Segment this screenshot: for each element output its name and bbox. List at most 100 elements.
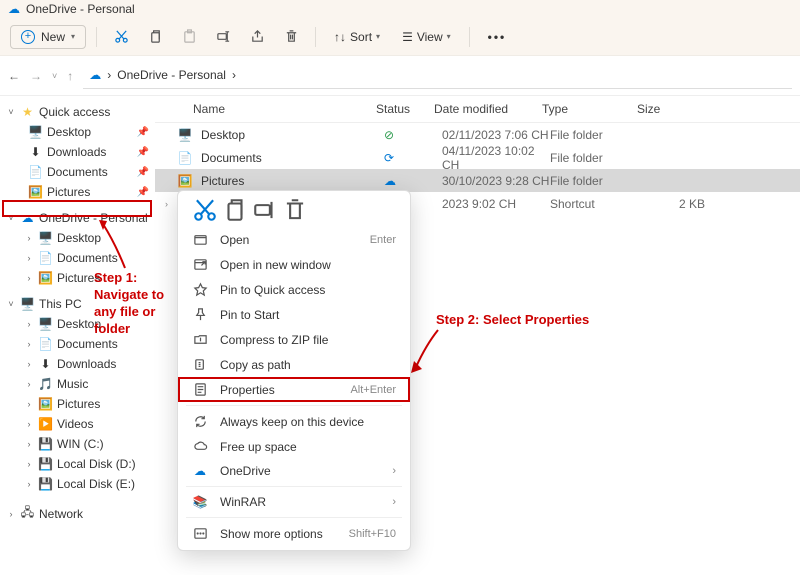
folder-icon: 📄 — [28, 165, 43, 179]
folder-icon: 📄 — [38, 337, 53, 351]
ctx-pin-start[interactable]: Pin to Start — [178, 302, 410, 327]
ctx-label: Pin to Quick access — [220, 283, 325, 297]
chevron-down-icon[interactable]: ˅ — [6, 299, 16, 309]
chevron-right-icon[interactable]: › — [24, 253, 34, 263]
folder-icon: 🎵 — [38, 377, 53, 391]
chevron-down-icon[interactable]: ˅ — [52, 71, 57, 81]
forward-button[interactable]: → — [30, 69, 42, 83]
cell-status: ⟳ — [384, 151, 442, 165]
sidebar-item-label: WIN (C:) — [57, 437, 104, 451]
chevron-right-icon[interactable]: › — [6, 509, 16, 519]
chevron-right-icon[interactable]: › — [24, 379, 34, 389]
pin-icon: 📌 — [137, 147, 149, 158]
rename-icon[interactable] — [209, 23, 237, 51]
chevron-down-icon[interactable]: ˅ — [6, 107, 16, 117]
zip-icon — [192, 332, 208, 347]
up-button[interactable]: ↑ — [67, 69, 73, 83]
sidebar-item[interactable]: 📄Documents📌 — [0, 162, 155, 182]
sidebar-quick-access[interactable]: ˅ ★ Quick access — [0, 102, 155, 122]
sidebar-item[interactable]: ›🖥️Desktop — [0, 228, 155, 248]
folder-icon: 🖥️ — [38, 317, 53, 331]
file-icon: 📄 — [177, 151, 193, 165]
chevron-right-icon[interactable]: › — [24, 339, 34, 349]
sidebar-item[interactable]: ›⬇Downloads — [0, 354, 155, 374]
view-label: View — [417, 30, 443, 44]
sidebar-item-label: Pictures — [57, 397, 100, 411]
ctx-shortcut: Alt+Enter — [350, 384, 396, 396]
chevron-right-icon[interactable]: › — [24, 419, 34, 429]
chevron-right-icon[interactable]: › — [24, 319, 34, 329]
col-name[interactable]: Name — [193, 102, 376, 116]
ctx-properties[interactable]: Properties Alt+Enter — [178, 377, 410, 402]
ctx-show-more[interactable]: Show more options Shift+F10 — [178, 521, 410, 546]
ctx-label: Free up space — [220, 440, 297, 454]
ctx-label: Open — [220, 233, 249, 247]
sort-button[interactable]: ↑↓ Sort ▾ — [326, 26, 388, 48]
sidebar-network[interactable]: › 🖧 Network — [0, 500, 155, 527]
chevron-down-icon: ▾ — [447, 32, 451, 41]
more-button[interactable]: ••• — [480, 26, 515, 48]
expander-icon[interactable]: › — [165, 199, 177, 209]
cell-name: Desktop — [201, 128, 384, 142]
sidebar-item[interactable]: ›💾Local Disk (E:) — [0, 474, 155, 494]
sidebar-item-label: Music — [57, 377, 88, 391]
ctx-always-keep[interactable]: Always keep on this device — [178, 409, 410, 434]
chevron-right-icon[interactable]: › — [24, 233, 34, 243]
new-button[interactable]: + New ▾ — [10, 25, 86, 49]
table-row[interactable]: 📄Documents⟳04/11/2023 10:02 CHFile folde… — [155, 146, 800, 169]
ctx-compress-zip[interactable]: Compress to ZIP file — [178, 327, 410, 352]
copy-icon[interactable] — [222, 199, 248, 221]
folder-icon: 🖼️ — [38, 271, 53, 285]
table-row[interactable]: 🖼️Pictures☁30/10/2023 9:28 CHFile folder — [155, 169, 800, 192]
cloud-icon: ☁ — [192, 464, 208, 478]
sidebar-item[interactable]: 🖼️Pictures📌 — [0, 182, 155, 202]
sidebar-item[interactable]: ›💾Local Disk (D:) — [0, 454, 155, 474]
ctx-winrar[interactable]: 📚 WinRAR › — [178, 490, 410, 514]
share-icon[interactable] — [243, 23, 271, 51]
delete-icon[interactable] — [277, 23, 305, 51]
view-button[interactable]: ☰ View ▾ — [394, 26, 459, 48]
col-size[interactable]: Size — [637, 102, 697, 116]
back-button[interactable]: ← — [8, 69, 20, 83]
ctx-onedrive[interactable]: ☁ OneDrive › — [178, 459, 410, 483]
delete-icon[interactable] — [282, 199, 308, 221]
sidebar-item-label: Desktop — [47, 125, 91, 139]
breadcrumb-path[interactable]: OneDrive - Personal — [117, 68, 226, 82]
ctx-free-up-space[interactable]: Free up space — [178, 434, 410, 459]
sort-label: Sort — [350, 30, 372, 44]
paste-icon[interactable] — [175, 23, 203, 51]
separator — [186, 517, 402, 518]
sidebar-item[interactable]: ›🖼️Pictures — [0, 394, 155, 414]
sidebar-item-label: Downloads — [47, 145, 106, 159]
chevron-right-icon[interactable]: › — [24, 359, 34, 369]
sidebar-item[interactable]: ⬇ Downloads 📌 — [0, 142, 155, 162]
chevron-right-icon[interactable]: › — [24, 273, 34, 283]
sidebar-item[interactable]: ›▶️Videos — [0, 414, 155, 434]
ctx-copy-path[interactable]: Copy as path — [178, 352, 410, 377]
folder-icon: 🖼️ — [28, 185, 43, 199]
col-date[interactable]: Date modified — [434, 102, 542, 116]
copy-icon[interactable] — [141, 23, 169, 51]
chevron-right-icon[interactable]: › — [24, 459, 34, 469]
ctx-shortcut: Shift+F10 — [349, 528, 396, 540]
col-status[interactable]: Status — [376, 102, 434, 116]
cell-date: 02/11/2023 7:06 CH — [442, 128, 550, 142]
nav-arrows: ← → ˅ ↑ — [8, 69, 73, 83]
rename-icon[interactable] — [252, 199, 278, 221]
sidebar-item[interactable]: 🖥️Desktop📌 — [0, 122, 155, 142]
breadcrumb[interactable]: ☁ › OneDrive - Personal › — [83, 63, 792, 89]
sidebar-item[interactable]: ›💾WIN (C:) — [0, 434, 155, 454]
ctx-open-new-window[interactable]: Open in new window — [178, 252, 410, 277]
open-icon — [192, 232, 208, 247]
folder-icon: ⬇ — [28, 145, 43, 159]
sidebar-item[interactable]: ›📄Documents — [0, 248, 155, 268]
ctx-open[interactable]: Open Enter — [178, 227, 410, 252]
chevron-right-icon[interactable]: › — [24, 479, 34, 489]
cut-icon[interactable] — [107, 23, 135, 51]
chevron-right-icon[interactable]: › — [24, 399, 34, 409]
sidebar-item[interactable]: › 🎵 Music — [0, 374, 155, 394]
col-type[interactable]: Type — [542, 102, 637, 116]
chevron-right-icon[interactable]: › — [24, 439, 34, 449]
ctx-pin-quick-access[interactable]: Pin to Quick access — [178, 277, 410, 302]
cut-icon[interactable] — [192, 199, 218, 221]
